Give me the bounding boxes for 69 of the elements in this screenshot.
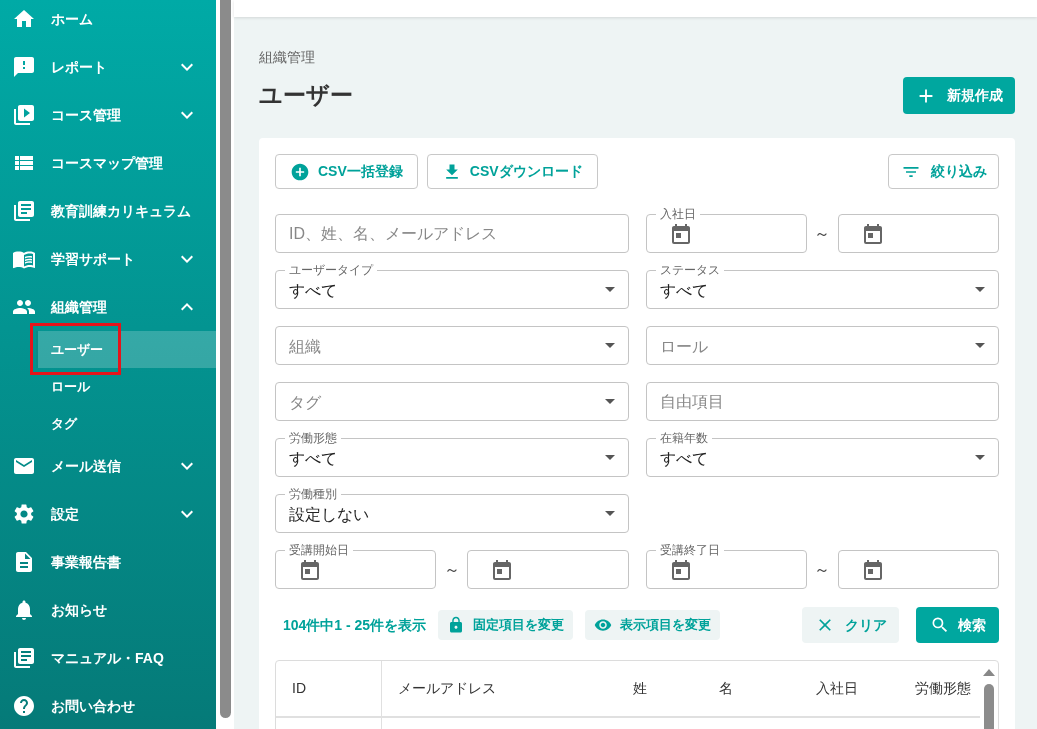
- date-field[interactable]: [837, 214, 999, 253]
- outline-button[interactable]: CSV一括登録: [275, 154, 418, 189]
- select-field[interactable]: 組織: [275, 326, 629, 365]
- caret-down-icon: [975, 343, 985, 348]
- sidebar-item[interactable]: コースマップ管理: [0, 139, 216, 187]
- help-icon: [12, 694, 36, 718]
- sidebar-item[interactable]: 事業報告書: [0, 538, 216, 586]
- sidebar-item[interactable]: ホーム: [0, 0, 216, 43]
- sidebar-item[interactable]: 組織管理: [0, 283, 216, 331]
- column-header: 労働形態: [914, 679, 971, 698]
- clear-button[interactable]: クリア: [802, 607, 899, 643]
- range-separator: ～: [813, 559, 832, 580]
- field-label: 在籍年数: [655, 431, 712, 445]
- select-field[interactable]: ロール: [645, 326, 999, 365]
- scrollbar-thumb[interactable]: [220, 0, 231, 718]
- play-stack-icon: [12, 103, 36, 127]
- breadcrumb: 組織管理: [259, 48, 315, 67]
- caret-down-icon: [975, 287, 985, 292]
- column-header: メールアドレス: [397, 679, 496, 698]
- field-label: 労働種別: [285, 487, 341, 501]
- sidebar-item[interactable]: メール送信: [0, 442, 216, 490]
- field-label: ステータス: [655, 263, 724, 277]
- settings-icon: [12, 502, 36, 526]
- page-title: ユーザー: [259, 81, 353, 111]
- select-field[interactable]: タグ: [275, 382, 629, 421]
- column-settings-button[interactable]: 固定項目を変更: [438, 610, 574, 640]
- column-header: 姓: [632, 679, 647, 698]
- field-label: 入社日: [655, 207, 700, 221]
- document-stack-icon: [12, 199, 36, 223]
- column-header: 入社日: [815, 679, 858, 698]
- caret-down-icon: [604, 455, 615, 460]
- result-count: 104件中1 - 25件を表示: [282, 615, 427, 635]
- date-field[interactable]: [467, 550, 629, 589]
- caret-down-icon: [604, 511, 615, 516]
- sidebar-item[interactable]: レポート: [0, 43, 216, 91]
- caret-down-icon: [604, 287, 615, 292]
- caret-down-icon: [975, 455, 985, 460]
- column-header: 名: [718, 679, 733, 698]
- sidebar-item[interactable]: 設定: [0, 490, 216, 538]
- sidebar-item[interactable]: 学習サポート: [0, 235, 216, 283]
- scroll-up-arrow-icon[interactable]: [983, 669, 995, 676]
- range-separator: ～: [813, 223, 832, 244]
- field-label: 労働形態: [285, 431, 341, 445]
- field-label: ユーザータイプ: [285, 263, 377, 277]
- sidebar-item[interactable]: マニュアル・FAQ: [0, 634, 216, 682]
- filter-button[interactable]: 絞り込み: [888, 154, 999, 189]
- input-field[interactable]: 自由項目: [645, 382, 999, 421]
- caret-down-icon: [604, 399, 615, 404]
- caret-down-icon: [604, 343, 615, 348]
- range-separator: ～: [442, 559, 461, 580]
- column-header: ID: [291, 679, 306, 698]
- calendar-icon: [298, 558, 322, 583]
- field-label: 受講終了日: [655, 543, 724, 557]
- column-settings-button[interactable]: 表示項目を変更: [585, 610, 721, 640]
- sidebar-item[interactable]: 教育訓練カリキュラム: [0, 187, 216, 235]
- outline-button[interactable]: CSVダウンロード: [426, 154, 598, 189]
- date-field[interactable]: [837, 550, 999, 589]
- input-field[interactable]: ID、姓、名、メールアドレス: [275, 214, 629, 253]
- alert-bubble-icon: [12, 55, 36, 79]
- eye-icon: [594, 616, 613, 634]
- sidebar-item[interactable]: お知らせ: [0, 586, 216, 634]
- sidebar-item[interactable]: コース管理: [0, 91, 216, 139]
- document-stack-icon: [12, 646, 36, 670]
- field-label: 受講開始日: [285, 543, 353, 557]
- sidebar-item[interactable]: お問い合わせ: [0, 682, 216, 729]
- search-button[interactable]: 検索: [916, 607, 999, 643]
- sidebar-subitem[interactable]: ロール: [36, 368, 216, 405]
- sidebar-subitem[interactable]: タグ: [36, 405, 216, 442]
- create-button[interactable]: 新規作成: [903, 77, 1015, 114]
